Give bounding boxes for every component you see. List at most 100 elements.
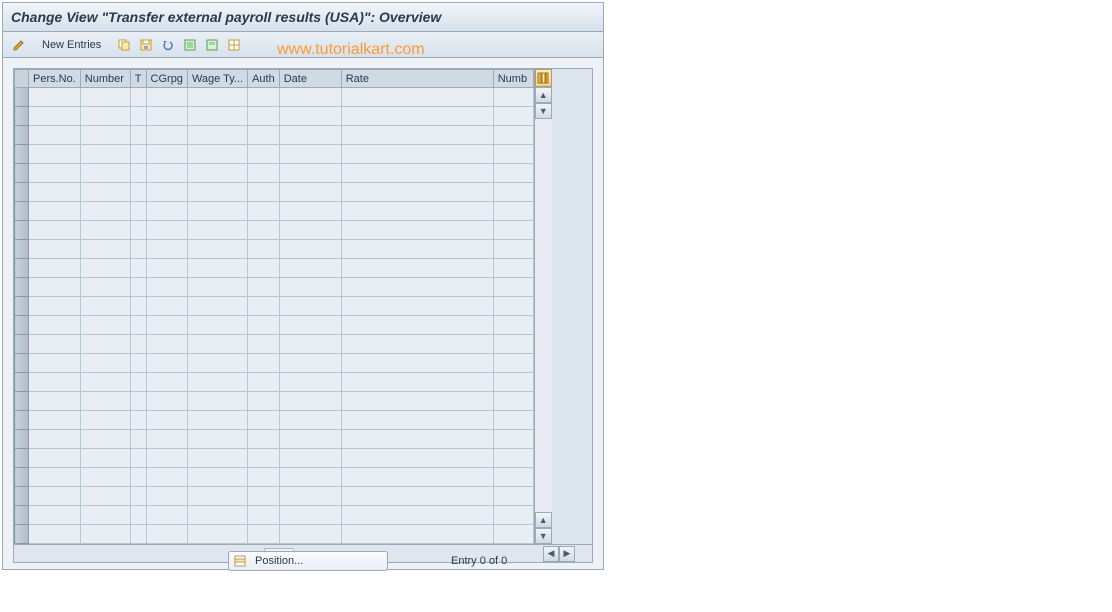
table-row[interactable] bbox=[15, 126, 534, 145]
table-cell[interactable] bbox=[29, 335, 81, 354]
table-cell[interactable] bbox=[187, 107, 247, 126]
table-cell[interactable] bbox=[146, 259, 187, 278]
table-cell[interactable] bbox=[146, 202, 187, 221]
table-row[interactable] bbox=[15, 183, 534, 202]
table-cell[interactable] bbox=[279, 430, 341, 449]
table-cell[interactable] bbox=[80, 240, 130, 259]
table-cell[interactable] bbox=[29, 506, 81, 525]
table-cell[interactable] bbox=[341, 525, 493, 544]
row-selector[interactable] bbox=[15, 107, 29, 126]
table-cell[interactable] bbox=[279, 221, 341, 240]
table-cell[interactable] bbox=[279, 354, 341, 373]
scroll-track[interactable] bbox=[535, 119, 552, 512]
table-cell[interactable] bbox=[248, 202, 280, 221]
table-cell[interactable] bbox=[279, 259, 341, 278]
table-cell[interactable] bbox=[279, 335, 341, 354]
table-row[interactable] bbox=[15, 202, 534, 221]
table-cell[interactable] bbox=[80, 373, 130, 392]
table-cell[interactable] bbox=[248, 354, 280, 373]
table-cell[interactable] bbox=[130, 449, 146, 468]
table-cell[interactable] bbox=[279, 449, 341, 468]
table-cell[interactable] bbox=[279, 164, 341, 183]
table-cell[interactable] bbox=[341, 354, 493, 373]
table-cell[interactable] bbox=[493, 221, 533, 240]
table-cell[interactable] bbox=[187, 183, 247, 202]
table-cell[interactable] bbox=[146, 411, 187, 430]
table-cell[interactable] bbox=[80, 221, 130, 240]
table-cell[interactable] bbox=[341, 164, 493, 183]
table-cell[interactable] bbox=[130, 145, 146, 164]
table-cell[interactable] bbox=[279, 145, 341, 164]
table-cell[interactable] bbox=[341, 240, 493, 259]
table-cell[interactable] bbox=[29, 164, 81, 183]
table-cell[interactable] bbox=[341, 449, 493, 468]
table-cell[interactable] bbox=[130, 506, 146, 525]
table-cell[interactable] bbox=[248, 88, 280, 107]
row-selector[interactable] bbox=[15, 183, 29, 202]
table-cell[interactable] bbox=[29, 278, 81, 297]
table-cell[interactable] bbox=[341, 107, 493, 126]
table-cell[interactable] bbox=[80, 392, 130, 411]
row-selector[interactable] bbox=[15, 164, 29, 183]
table-cell[interactable] bbox=[493, 316, 533, 335]
scroll-down-one-button[interactable]: ▼ bbox=[535, 103, 552, 119]
table-row[interactable] bbox=[15, 107, 534, 126]
table-cell[interactable] bbox=[146, 107, 187, 126]
table-cell[interactable] bbox=[80, 468, 130, 487]
table-cell[interactable] bbox=[248, 506, 280, 525]
table-cell[interactable] bbox=[248, 468, 280, 487]
scroll-left-button[interactable]: ◀ bbox=[543, 546, 559, 562]
table-cell[interactable] bbox=[29, 259, 81, 278]
table-row[interactable] bbox=[15, 278, 534, 297]
table-row[interactable] bbox=[15, 430, 534, 449]
table-cell[interactable] bbox=[80, 107, 130, 126]
table-cell[interactable] bbox=[493, 240, 533, 259]
table-cell[interactable] bbox=[80, 126, 130, 145]
table-cell[interactable] bbox=[80, 411, 130, 430]
table-cell[interactable] bbox=[248, 430, 280, 449]
row-selector[interactable] bbox=[15, 506, 29, 525]
table-cell[interactable] bbox=[187, 525, 247, 544]
table-cell[interactable] bbox=[130, 335, 146, 354]
table-cell[interactable] bbox=[341, 183, 493, 202]
table-cell[interactable] bbox=[146, 221, 187, 240]
table-cell[interactable] bbox=[248, 164, 280, 183]
table-cell[interactable] bbox=[130, 354, 146, 373]
table-cell[interactable] bbox=[29, 240, 81, 259]
table-cell[interactable] bbox=[493, 297, 533, 316]
col-header-date[interactable]: Date bbox=[279, 70, 341, 88]
table-cell[interactable] bbox=[80, 183, 130, 202]
table-cell[interactable] bbox=[130, 430, 146, 449]
row-selector[interactable] bbox=[15, 126, 29, 145]
table-cell[interactable] bbox=[187, 411, 247, 430]
table-cell[interactable] bbox=[187, 392, 247, 411]
delete-button[interactable] bbox=[136, 35, 156, 55]
table-cell[interactable] bbox=[248, 525, 280, 544]
table-row[interactable] bbox=[15, 373, 534, 392]
table-cell[interactable] bbox=[80, 449, 130, 468]
table-cell[interactable] bbox=[130, 183, 146, 202]
table-cell[interactable] bbox=[248, 221, 280, 240]
table-cell[interactable] bbox=[187, 506, 247, 525]
table-cell[interactable] bbox=[187, 259, 247, 278]
table-cell[interactable] bbox=[341, 316, 493, 335]
table-cell[interactable] bbox=[130, 392, 146, 411]
table-cell[interactable] bbox=[130, 221, 146, 240]
table-cell[interactable] bbox=[248, 240, 280, 259]
position-button[interactable]: Position... bbox=[228, 551, 388, 571]
table-cell[interactable] bbox=[341, 202, 493, 221]
table-row[interactable] bbox=[15, 240, 534, 259]
table-cell[interactable] bbox=[248, 373, 280, 392]
table-cell[interactable] bbox=[187, 202, 247, 221]
table-cell[interactable] bbox=[341, 430, 493, 449]
table-cell[interactable] bbox=[29, 468, 81, 487]
col-header-t[interactable]: T bbox=[130, 70, 146, 88]
col-header-cgrpg[interactable]: CGrpg bbox=[146, 70, 187, 88]
table-cell[interactable] bbox=[493, 202, 533, 221]
table-cell[interactable] bbox=[146, 126, 187, 145]
table-cell[interactable] bbox=[80, 506, 130, 525]
table-cell[interactable] bbox=[341, 126, 493, 145]
table-cell[interactable] bbox=[279, 88, 341, 107]
table-cell[interactable] bbox=[341, 259, 493, 278]
row-selector[interactable] bbox=[15, 430, 29, 449]
